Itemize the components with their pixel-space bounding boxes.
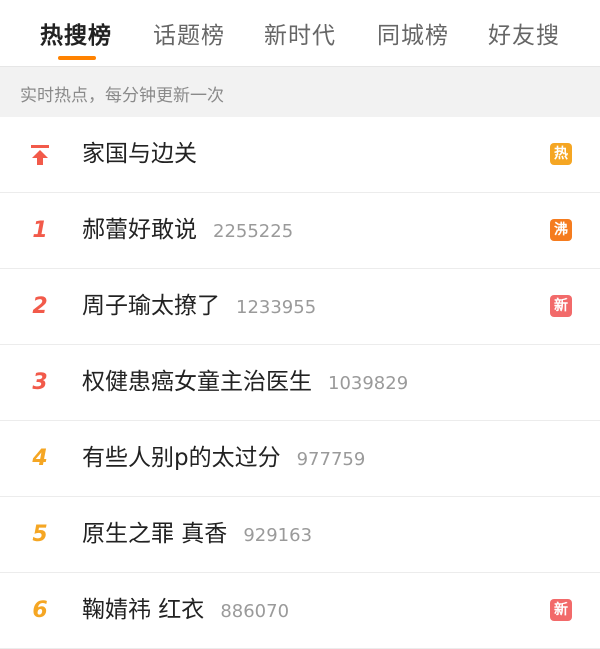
- hot-search-list: 家国与边关 热 1 郝蕾好敢说 2255225 沸 2 周子瑜太撩了 1233955…: [0, 117, 600, 649]
- hot-badge: 热: [550, 143, 572, 165]
- list-item[interactable]: 1 郝蕾好敢说 2255225 沸: [0, 193, 600, 269]
- tab-new-era[interactable]: 新时代: [264, 16, 336, 50]
- rank-number: 1: [32, 218, 48, 243]
- new-badge: 新: [550, 295, 572, 317]
- item-title: 郝蕾好敢说 2255225: [82, 217, 294, 243]
- item-title: 周子瑜太撩了 1233955: [82, 293, 317, 319]
- item-title: 家国与边关: [82, 141, 197, 167]
- new-badge: 新: [550, 599, 572, 621]
- list-item[interactable]: 3 权健患癌女童主治医生 1039829: [0, 345, 600, 421]
- item-title: 有些人别p的太过分 977759: [82, 445, 366, 471]
- list-item[interactable]: 4 有些人别p的太过分 977759: [0, 421, 600, 497]
- list-item[interactable]: 5 原生之罪 真香 929163: [0, 497, 600, 573]
- search-count: 977759: [296, 449, 366, 470]
- active-tab-indicator: [58, 56, 96, 60]
- rank-number: 3: [32, 370, 48, 395]
- list-item[interactable]: 2 周子瑜太撩了 1233955 新: [0, 269, 600, 345]
- tab-hot-search[interactable]: 热搜榜: [40, 16, 112, 50]
- item-title: 原生之罪 真香 929163: [82, 521, 313, 547]
- item-title: 鞠婧祎 红衣 886070: [82, 597, 290, 623]
- search-count: 929163: [243, 525, 313, 546]
- tab-local[interactable]: 同城榜: [377, 16, 449, 50]
- search-count: 1233955: [236, 297, 317, 318]
- search-count: 1039829: [328, 373, 409, 394]
- pin-top-arrow-icon: [22, 117, 58, 192]
- rank-number: 4: [32, 446, 48, 471]
- tab-topics[interactable]: 话题榜: [153, 16, 225, 50]
- rank-number: 2: [32, 294, 48, 319]
- boil-badge: 沸: [550, 219, 572, 241]
- item-title: 权健患癌女童主治医生 1039829: [82, 369, 409, 395]
- rank-number: 5: [32, 522, 48, 547]
- rank-number: 6: [32, 598, 48, 623]
- list-item-pinned[interactable]: 家国与边关 热: [0, 117, 600, 193]
- search-count: 886070: [220, 601, 290, 622]
- search-count: 2255225: [213, 221, 294, 242]
- list-subtitle: 实时热点，每分钟更新一次: [0, 67, 600, 117]
- tab-bar: 热搜榜 话题榜 新时代 同城榜 好友搜: [0, 0, 600, 67]
- tab-friends[interactable]: 好友搜: [488, 16, 560, 50]
